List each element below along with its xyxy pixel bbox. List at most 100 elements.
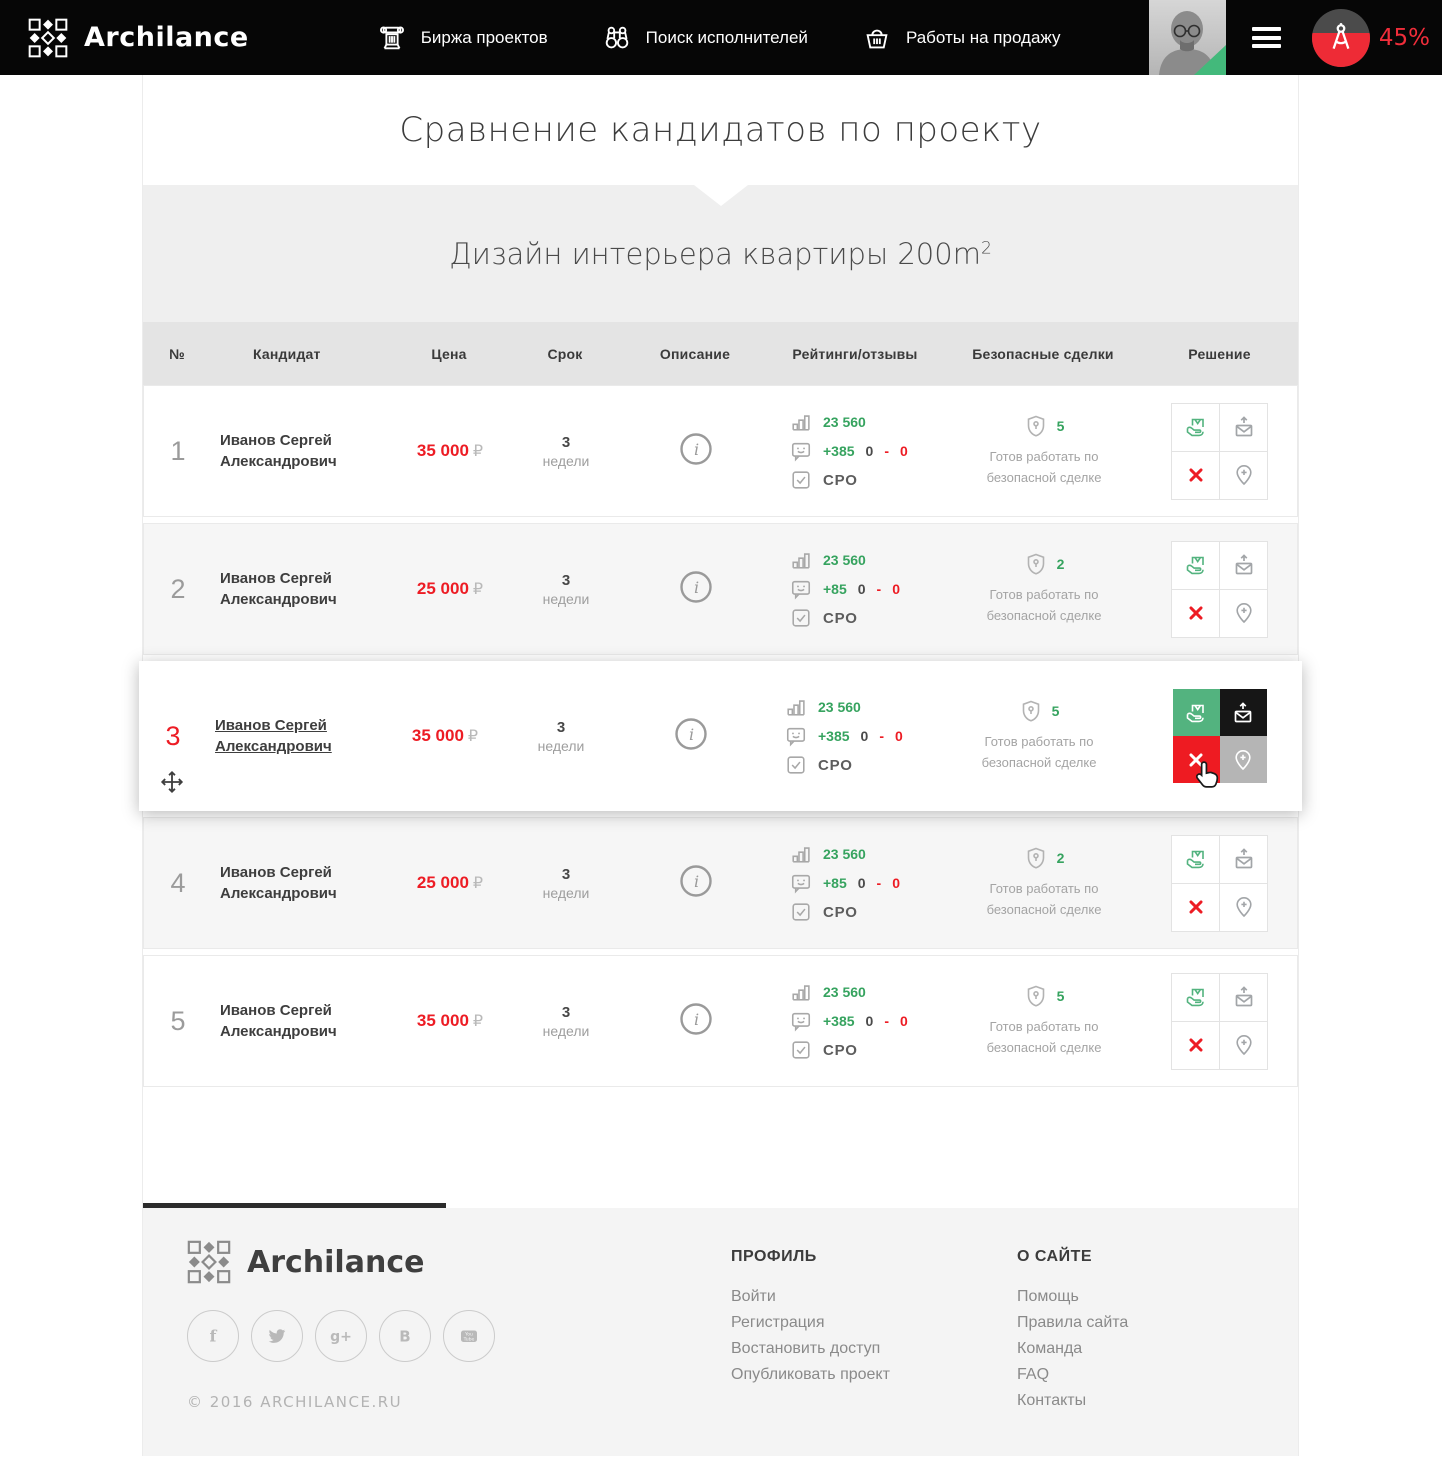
- page-title: Сравнение кандидатов по проекту: [399, 110, 1041, 150]
- facebook-icon[interactable]: [187, 1310, 239, 1362]
- youtube-icon[interactable]: [443, 1310, 495, 1362]
- bar-chart-icon: [790, 843, 812, 865]
- nav-item-find-performers[interactable]: Поиск исполнителей: [602, 23, 808, 53]
- reviews-neutral: 0: [861, 728, 869, 744]
- price-value: 35 000: [417, 441, 469, 460]
- brand[interactable]: Archilance: [28, 18, 249, 58]
- footer-link-restore-access[interactable]: Востановить доступ: [731, 1340, 880, 1357]
- checkbox-icon: [790, 901, 812, 923]
- candidate-row-4: 4 Иванов Сергей Александрович 25 000₽ 3 …: [143, 817, 1298, 949]
- term-unit: недели: [506, 591, 626, 607]
- info-icon[interactable]: [674, 717, 708, 751]
- nav-label: Работы на продажу: [906, 28, 1061, 48]
- footer-link-site-rules[interactable]: Правила сайта: [1017, 1314, 1128, 1331]
- decision-cell: [1142, 835, 1297, 932]
- hire-button[interactable]: [1173, 689, 1220, 736]
- footer-link-publish-project[interactable]: Опубликовать проект: [731, 1366, 890, 1383]
- user-avatar[interactable]: [1149, 0, 1226, 75]
- twitter-icon[interactable]: [251, 1310, 303, 1362]
- envelope-up-icon: [1232, 553, 1256, 577]
- close-icon: [1185, 896, 1207, 918]
- send-message-button[interactable]: [1220, 689, 1267, 736]
- project-title: Дизайн интерьера квартиры 200m2: [449, 237, 992, 271]
- hamburger-menu-icon[interactable]: [1252, 27, 1281, 48]
- location-plus-button[interactable]: [1220, 884, 1267, 931]
- reviews-negative: 0: [895, 728, 903, 744]
- close-icon: [1185, 602, 1207, 624]
- candidate-name[interactable]: Иванов Сергей Александрович: [212, 1000, 394, 1042]
- copyright: © 2016 ARCHILANCE.RU: [187, 1393, 495, 1411]
- send-message-button[interactable]: [1220, 974, 1267, 1021]
- reject-button[interactable]: [1172, 452, 1219, 499]
- footer-brand[interactable]: Archilance: [187, 1240, 495, 1284]
- checkbox-icon: [790, 1039, 812, 1061]
- price-value: 25 000: [417, 873, 469, 892]
- candidate-row-3-highlighted[interactable]: 3 Иванов Сергей Александрович 35 000₽ 3 …: [139, 661, 1302, 811]
- location-plus-button[interactable]: [1220, 1022, 1267, 1069]
- term-cell: 3 недели: [506, 1004, 626, 1039]
- nav-item-works-for-sale[interactable]: Работы на продажу: [862, 23, 1061, 53]
- hire-button[interactable]: [1172, 404, 1219, 451]
- term-unit: недели: [506, 885, 626, 901]
- decision-cell: [1142, 403, 1297, 500]
- close-icon: [1185, 464, 1207, 486]
- bar-chart-icon: [790, 549, 812, 571]
- content-column: Сравнение кандидатов по проекту Дизайн и…: [142, 75, 1299, 1456]
- checkbox-icon: [785, 754, 807, 776]
- footer-link-login[interactable]: Войти: [731, 1288, 776, 1305]
- reviews-dash: -: [879, 728, 884, 744]
- reject-button[interactable]: [1172, 884, 1219, 931]
- reviews-icon: [790, 1010, 812, 1032]
- candidate-row-5: 5 Иванов Сергей Александрович 35 000₽ 3 …: [143, 955, 1298, 1087]
- location-plus-button[interactable]: [1220, 736, 1267, 783]
- column-icon: [377, 23, 407, 53]
- term-value: 3: [506, 434, 626, 451]
- pin-plus-icon: [1232, 895, 1256, 919]
- profile-progress-badge[interactable]: [1312, 9, 1370, 67]
- info-icon[interactable]: [679, 1002, 713, 1036]
- reviews-positive: +385: [823, 1013, 855, 1029]
- info-icon[interactable]: [679, 570, 713, 604]
- drag-move-icon[interactable]: [159, 769, 185, 795]
- pin-plus-icon: [1232, 463, 1256, 487]
- col-term: Срок: [505, 346, 625, 362]
- safe-deals-cell: 2 Готов работать по безопасной сделке: [946, 552, 1142, 625]
- shield-icon: [1024, 414, 1048, 438]
- hire-button[interactable]: [1172, 542, 1219, 589]
- send-message-button[interactable]: [1220, 404, 1267, 451]
- ruble-symbol: ₽: [468, 726, 478, 745]
- hire-button[interactable]: [1172, 836, 1219, 883]
- footer-link-team[interactable]: Команда: [1017, 1340, 1082, 1357]
- term-cell: 3 недели: [506, 572, 626, 607]
- price-cell: 35 000₽: [389, 726, 501, 746]
- footer-column-title: О САЙТЕ: [1017, 1248, 1128, 1266]
- price-cell: 35 000₽: [394, 441, 506, 461]
- reviews-positive: +85: [823, 581, 847, 597]
- footer-link-help[interactable]: Помощь: [1017, 1288, 1079, 1305]
- candidate-name[interactable]: Иванов Сергей Александрович: [212, 430, 394, 472]
- info-icon[interactable]: [679, 432, 713, 466]
- candidate-name[interactable]: Иванов Сергей Александрович: [212, 568, 394, 610]
- project-section: Дизайн интерьера квартиры 200m2: [143, 185, 1298, 322]
- reject-button[interactable]: [1172, 590, 1219, 637]
- envelope-up-icon: [1232, 985, 1256, 1009]
- deals-text: Готов работать по безопасной сделке: [969, 585, 1119, 625]
- footer-link-register[interactable]: Регистрация: [731, 1314, 825, 1331]
- location-plus-button[interactable]: [1220, 452, 1267, 499]
- info-icon[interactable]: [679, 864, 713, 898]
- deals-text: Готов работать по безопасной сделке: [969, 447, 1119, 487]
- term-cell: 3 недели: [506, 866, 626, 901]
- send-message-button[interactable]: [1220, 542, 1267, 589]
- candidate-name[interactable]: Иванов Сергей Александрович: [207, 715, 389, 757]
- reject-button[interactable]: [1172, 1022, 1219, 1069]
- candidate-name[interactable]: Иванов Сергей Александрович: [212, 862, 394, 904]
- hire-button[interactable]: [1172, 974, 1219, 1021]
- term-unit: недели: [506, 1023, 626, 1039]
- google-plus-icon[interactable]: [315, 1310, 367, 1362]
- footer-link-faq[interactable]: FAQ: [1017, 1366, 1049, 1383]
- footer-link-contacts[interactable]: Контакты: [1017, 1392, 1086, 1409]
- location-plus-button[interactable]: [1220, 590, 1267, 637]
- nav-item-projects-exchange[interactable]: Биржа проектов: [377, 23, 548, 53]
- send-message-button[interactable]: [1220, 836, 1267, 883]
- vk-icon[interactable]: [379, 1310, 431, 1362]
